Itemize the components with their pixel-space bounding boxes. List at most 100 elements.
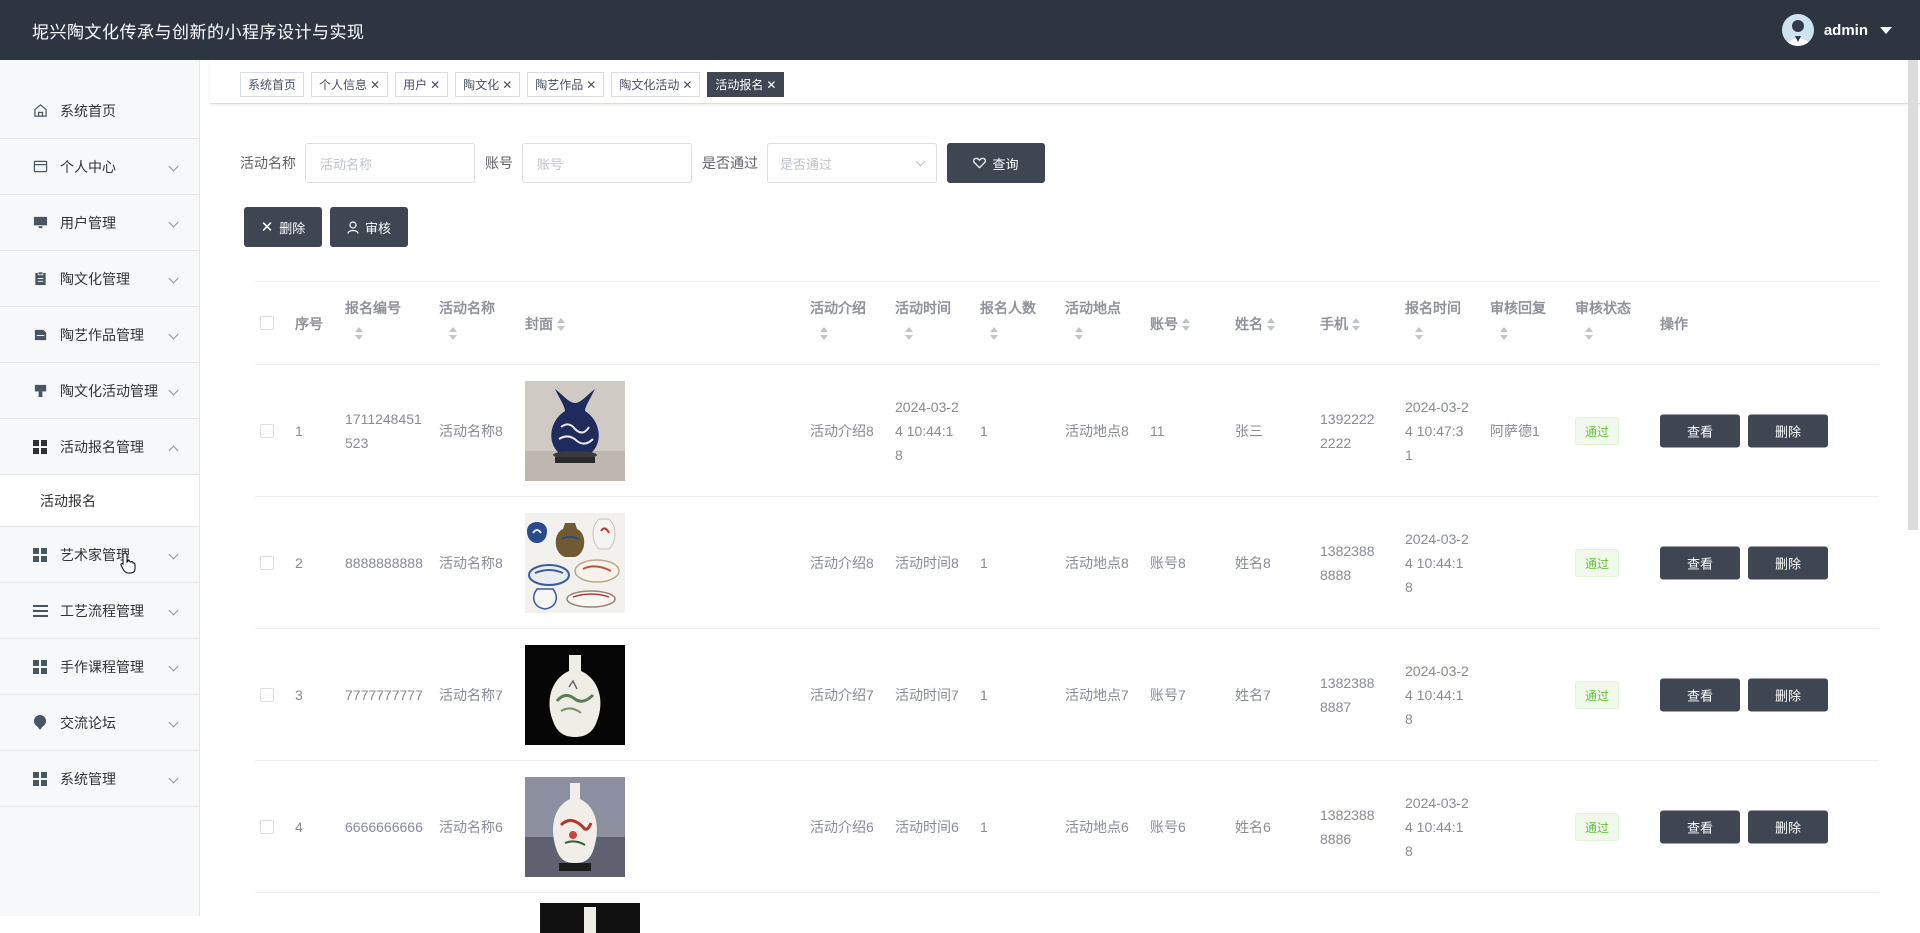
col-header-reg-time[interactable]: 报名时间 [1405,282,1490,364]
col-header-phone[interactable]: 手机 [1320,282,1405,364]
delete-button[interactable]: 删除 [1748,546,1828,579]
sidebar-item-activities[interactable]: 陶文化活动管理 [0,363,199,419]
page-scrollbar[interactable] [1906,60,1918,916]
cell-intro: 活动介绍7 [810,686,874,703]
sort-icon[interactable] [1074,327,1084,341]
sidebar-item-ceramic-culture[interactable]: 陶文化管理 [0,251,199,307]
sort-icon[interactable] [556,318,566,332]
sort-icon[interactable] [819,327,829,341]
col-header-status[interactable]: 审核状态 [1575,282,1660,364]
delete-button[interactable]: 删除 [1748,414,1828,447]
sort-icon[interactable] [448,327,458,341]
chevron-down-icon [915,156,926,166]
close-icon[interactable]: ✕ [682,78,692,92]
col-header-time[interactable]: 活动时间 [895,282,980,364]
batch-delete-button[interactable]: ✕ 删除 [244,207,322,247]
view-button[interactable]: 查看 [1660,810,1740,843]
chevron-down-icon [168,549,179,560]
top-navbar: 坭兴陶文化传承与创新的小程序设计与实现 admin [0,0,1920,60]
sidebar-item-registrations[interactable]: 活动报名管理 [0,419,199,475]
scrollbar-thumb[interactable] [1908,60,1918,530]
sort-icon[interactable] [354,327,364,341]
sort-icon[interactable] [1414,327,1424,341]
tab-label: 系统首页 [248,78,297,92]
col-header-account[interactable]: 账号 [1150,282,1235,364]
view-button[interactable]: 查看 [1660,546,1740,579]
sidebar-item-home[interactable]: 系统首页 [0,83,199,139]
activity-name-input[interactable]: 活动名称 [305,143,475,183]
row-checkbox-cell[interactable] [255,497,295,628]
close-icon[interactable]: ✕ [502,78,512,92]
row-checkbox-cell[interactable] [255,365,295,496]
cell-person: 姓名8 [1235,554,1271,571]
sort-icon[interactable] [1351,318,1361,332]
passed-select-placeholder: 是否通过 [780,156,833,172]
checkbox[interactable] [260,555,274,570]
cell-person: 姓名7 [1235,686,1271,703]
chevron-down-icon [168,329,179,340]
col-header-count[interactable]: 报名人数 [980,282,1065,364]
account-input[interactable]: 账号 [522,143,692,183]
row-checkbox-cell[interactable] [255,761,295,892]
cover-image[interactable] [525,381,625,481]
cover-image[interactable] [525,513,625,613]
col-header-person[interactable]: 姓名 [1235,282,1320,364]
tab-profile[interactable]: 个人信息 ✕ [311,72,389,97]
tab-registration[interactable]: 活动报名 ✕ [707,72,785,97]
grid-icon [32,547,48,563]
sort-icon[interactable] [1266,318,1276,332]
cover-image[interactable] [525,777,625,877]
chevron-down-icon [168,217,179,228]
col-header-activity-name[interactable]: 活动名称 [439,282,525,364]
select-all-checkbox[interactable] [255,282,295,364]
sidebar-item-forum[interactable]: 交流论坛 [0,695,199,751]
sidebar-subitem-registration[interactable]: 活动报名 [0,475,199,527]
sidebar-item-courses[interactable]: 手作课程管理 [0,639,199,695]
close-icon[interactable]: ✕ [586,78,596,92]
view-button[interactable]: 查看 [1660,414,1740,447]
close-icon[interactable]: ✕ [370,78,380,92]
sidebar-item-works[interactable]: 陶艺作品管理 [0,307,199,363]
review-button[interactable]: 审核 [330,207,408,247]
cell-account: 账号7 [1150,686,1186,703]
col-header-intro[interactable]: 活动介绍 [810,282,895,364]
checkbox[interactable] [260,423,274,438]
cover-image[interactable] [525,645,625,745]
sort-icon[interactable] [904,327,914,341]
view-button[interactable]: 查看 [1660,678,1740,711]
checkbox[interactable] [260,687,274,702]
cell-count: 1 [980,686,988,703]
cell-reg-time: 2024-03-24 10:44:18 [1405,662,1469,727]
col-header-reg-no[interactable]: 报名编号 [345,282,439,364]
checkbox[interactable] [260,316,274,330]
row-checkbox-cell[interactable] [255,629,295,760]
sort-icon[interactable] [1584,327,1594,341]
tab-users[interactable]: 用户 ✕ [395,72,449,97]
chevron-down-icon [168,273,179,284]
col-header-cover[interactable]: 封面 [525,282,725,364]
sidebar-item-label: 个人中心 [60,158,116,175]
tab-works[interactable]: 陶艺作品 ✕ [527,72,605,97]
sort-icon[interactable] [1499,327,1509,341]
close-icon[interactable]: ✕ [430,78,440,92]
tab-home[interactable]: 系统首页 [240,72,305,97]
col-header-place[interactable]: 活动地点 [1065,282,1150,364]
sort-icon[interactable] [989,327,999,341]
tab-activities[interactable]: 陶文化活动 ✕ [611,72,701,97]
delete-button[interactable]: 删除 [1748,810,1828,843]
user-menu[interactable]: admin [1781,14,1892,46]
col-header-reply[interactable]: 审核回复 [1490,282,1575,364]
sidebar-item-process[interactable]: 工艺流程管理 [0,583,199,639]
close-icon[interactable]: ✕ [766,78,776,92]
passed-select[interactable]: 是否通过 [767,143,937,183]
checkbox[interactable] [260,819,274,834]
delete-button[interactable]: 删除 [1748,678,1828,711]
tab-ceramic-culture[interactable]: 陶文化 ✕ [455,72,521,97]
query-button[interactable]: 查询 [947,143,1045,183]
sort-icon[interactable] [1181,318,1191,332]
sidebar-item-system[interactable]: 系统管理 [0,751,199,807]
sidebar-item-users[interactable]: 用户管理 [0,195,199,251]
sidebar-item-profile[interactable]: 个人中心 [0,139,199,195]
sidebar-item-artists[interactable]: 艺术家管理 [0,527,199,583]
cover-image[interactable] [540,903,640,933]
